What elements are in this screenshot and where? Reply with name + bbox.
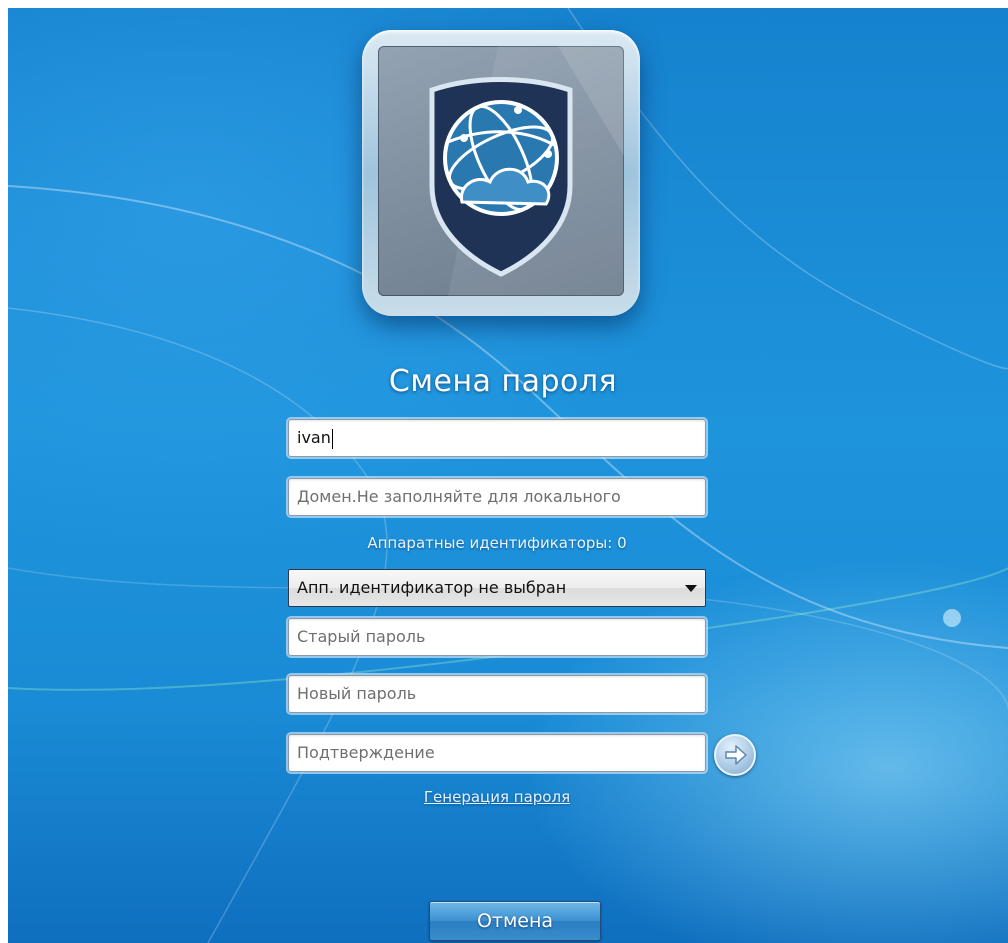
domain-placeholder: Домен.Не заполняйте для локального [297, 487, 621, 506]
hardware-id-selected-value: Апп. идентификатор не выбран [297, 578, 567, 597]
hardware-id-select[interactable]: Апп. идентификатор не выбран [288, 569, 706, 607]
generate-password-link[interactable]: Генерация пароля [288, 788, 706, 806]
submit-button[interactable] [714, 734, 756, 776]
old-password-placeholder: Старый пароль [297, 627, 426, 646]
logon-screen: Смена пароля ivan Домен.Не заполняйте дл… [8, 8, 1008, 943]
app-logo-tile [362, 30, 640, 316]
cancel-button[interactable]: Отмена [429, 901, 601, 941]
confirm-password-placeholder: Подтверждение [297, 743, 435, 762]
new-password-field[interactable]: Новый пароль [288, 675, 706, 713]
text-caret [331, 428, 333, 449]
domain-field[interactable]: Домен.Не заполняйте для локального [288, 478, 706, 516]
dropdown-arrow-icon [685, 585, 697, 592]
old-password-field[interactable]: Старый пароль [288, 618, 706, 656]
hardware-ids-count-label: Аппаратные идентификаторы: 0 [367, 534, 627, 552]
app-logo-background [378, 46, 624, 296]
shield-globe-cloud-icon [429, 46, 624, 296]
arrow-right-icon [725, 745, 747, 765]
username-field[interactable]: ivan [288, 419, 706, 457]
username-value: ivan [297, 428, 331, 447]
page-title: Смена пароля [388, 364, 618, 399]
new-password-placeholder: Новый пароль [297, 684, 417, 703]
confirm-password-field[interactable]: Подтверждение [288, 734, 706, 772]
